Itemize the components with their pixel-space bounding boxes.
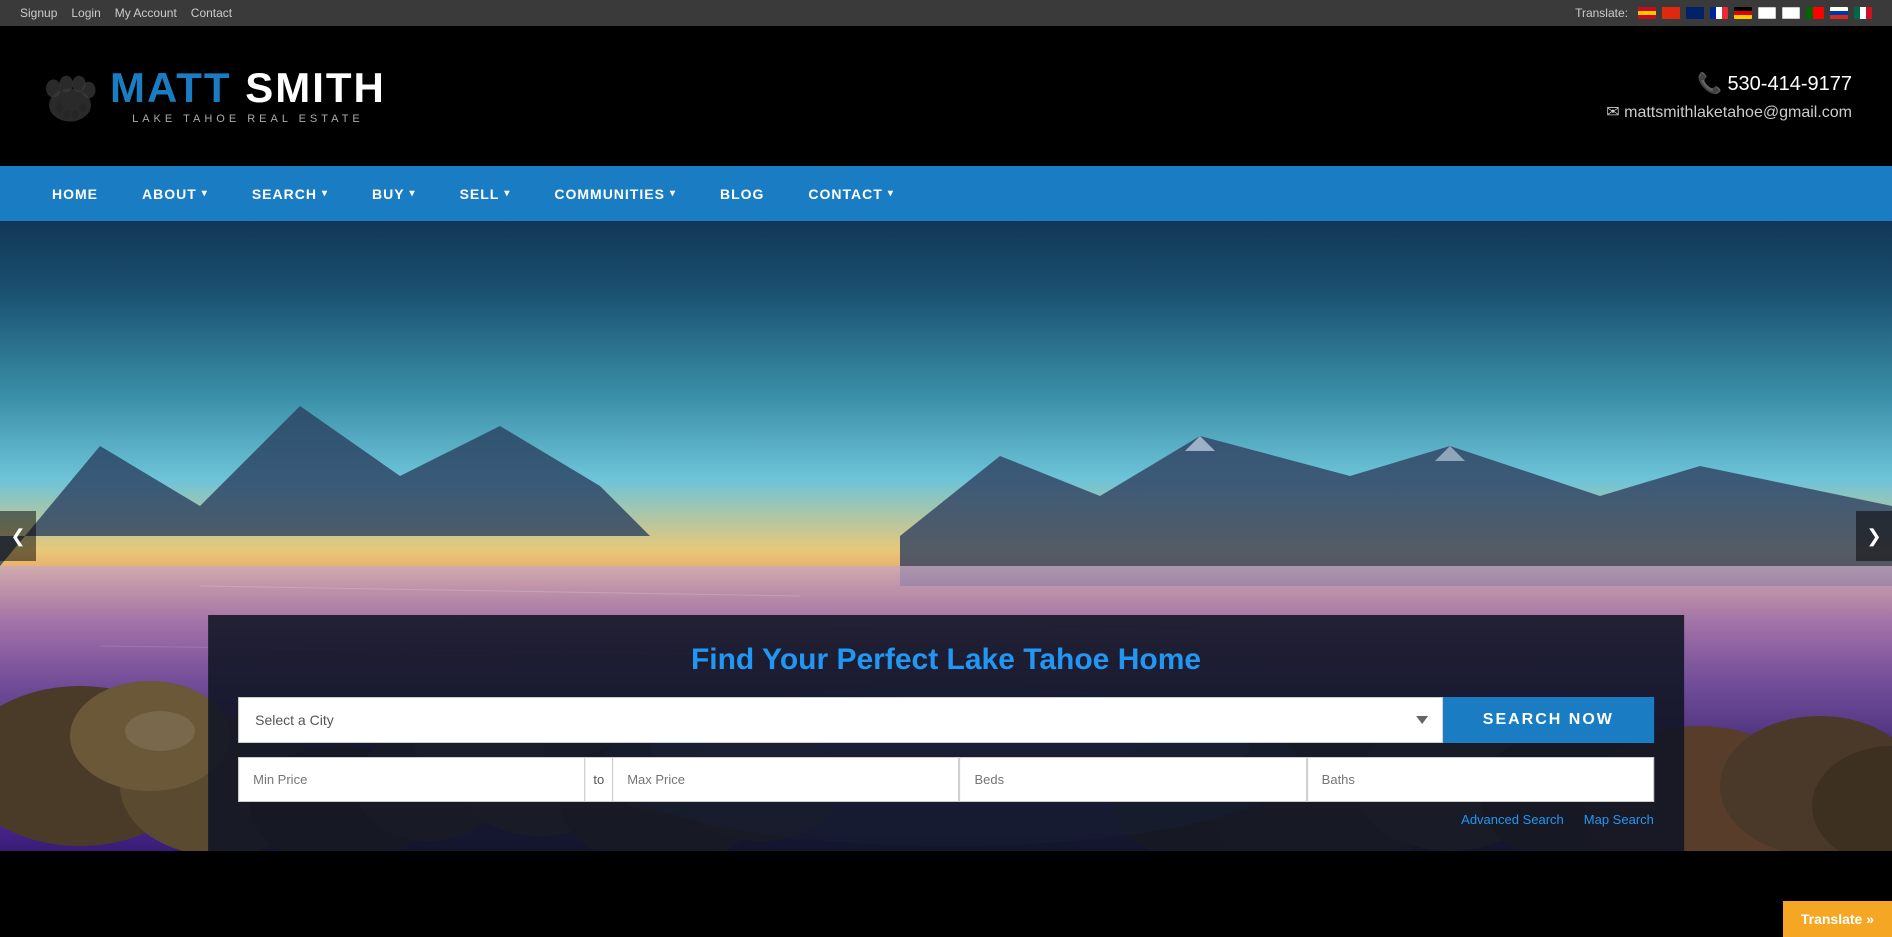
about-arrow: ▾: [202, 188, 208, 199]
beds-input[interactable]: [959, 757, 1306, 802]
city-select[interactable]: Select a City: [238, 697, 1443, 743]
flag-chinese[interactable]: [1662, 7, 1680, 19]
logo-text: MATT SMITH LAKE TAHOE REAL ESTATE: [40, 66, 386, 126]
top-bar-links: Signup Login My Account Contact: [20, 6, 232, 20]
myaccount-link[interactable]: My Account: [115, 6, 177, 20]
bear-paw-icon: [40, 66, 100, 126]
logo-matt: MATT: [110, 67, 232, 109]
nav-about[interactable]: ABOUT ▾: [120, 166, 230, 221]
nav-communities[interactable]: COMMUNITIES ▾: [532, 166, 698, 221]
search-links: Advanced Search Map Search: [238, 812, 1654, 827]
nav-buy[interactable]: BUY ▾: [350, 166, 438, 221]
flag-russian[interactable]: [1830, 7, 1848, 19]
signup-link[interactable]: Signup: [20, 6, 57, 20]
logo-name: MATT SMITH LAKE TAHOE REAL ESTATE: [110, 67, 386, 125]
contact-arrow: ▾: [888, 188, 894, 199]
advanced-search-link[interactable]: Advanced Search: [1461, 812, 1564, 827]
contact-topbar-link[interactable]: Contact: [191, 6, 232, 20]
search-row-city: Select a City SEARCH NOW: [238, 697, 1654, 743]
next-arrow[interactable]: ❯: [1856, 511, 1892, 561]
buy-arrow: ▾: [410, 188, 416, 199]
flag-portuguese[interactable]: [1806, 7, 1824, 19]
main-nav: HOME ABOUT ▾ SEARCH ▾ BUY ▾ SELL ▾ COMMU…: [0, 166, 1892, 221]
nav-home[interactable]: HOME: [30, 166, 120, 221]
search-overlay: Find Your Perfect Lake Tahoe Home Select…: [208, 615, 1684, 851]
logo-smith: SMITH: [245, 67, 386, 109]
flag-german[interactable]: [1734, 7, 1752, 19]
contact-info: 530-414-9177 mattsmithlaketahoe@gmail.co…: [1606, 71, 1852, 122]
hero-section: ❮ ❯ Find Your Perfect Lake Tahoe Home Se…: [0, 221, 1892, 851]
map-search-link[interactable]: Map Search: [1584, 812, 1654, 827]
nav-contact[interactable]: CONTACT ▾: [786, 166, 915, 221]
min-price-input[interactable]: [238, 757, 585, 802]
login-link[interactable]: Login: [71, 6, 100, 20]
search-row-filters: to: [238, 757, 1654, 802]
translate-area: Translate:: [1575, 6, 1872, 20]
flag-korean[interactable]: [1782, 7, 1800, 19]
translate-bar-label: Translate »: [1801, 911, 1874, 927]
translate-label: Translate:: [1575, 6, 1628, 20]
logo-subtitle: LAKE TAHOE REAL ESTATE: [110, 113, 386, 125]
baths-input[interactable]: [1307, 757, 1654, 802]
communities-arrow: ▾: [670, 188, 676, 199]
nav-sell[interactable]: SELL ▾: [438, 166, 533, 221]
header: MATT SMITH LAKE TAHOE REAL ESTATE 530-41…: [0, 26, 1892, 166]
flag-english[interactable]: [1686, 7, 1704, 19]
flag-japanese[interactable]: [1758, 7, 1776, 19]
max-price-input[interactable]: [612, 757, 959, 802]
prev-arrow[interactable]: ❮: [0, 511, 36, 561]
logo-area: MATT SMITH LAKE TAHOE REAL ESTATE: [40, 66, 386, 126]
search-now-button[interactable]: SEARCH NOW: [1443, 697, 1654, 743]
sell-arrow: ▾: [504, 188, 510, 199]
search-arrow: ▾: [322, 188, 328, 199]
translate-bar[interactable]: Translate »: [1783, 901, 1892, 937]
email-address[interactable]: mattsmithlaketahoe@gmail.com: [1606, 102, 1852, 122]
phone-number[interactable]: 530-414-9177: [1606, 71, 1852, 96]
price-to-label: to: [585, 757, 612, 802]
search-title: Find Your Perfect Lake Tahoe Home: [238, 643, 1654, 677]
flag-mexican[interactable]: [1854, 7, 1872, 19]
flag-spanish[interactable]: [1638, 7, 1656, 19]
nav-search[interactable]: SEARCH ▾: [230, 166, 350, 221]
top-bar: Signup Login My Account Contact Translat…: [0, 0, 1892, 26]
flag-french[interactable]: [1710, 7, 1728, 19]
nav-blog[interactable]: BLOG: [698, 166, 786, 221]
